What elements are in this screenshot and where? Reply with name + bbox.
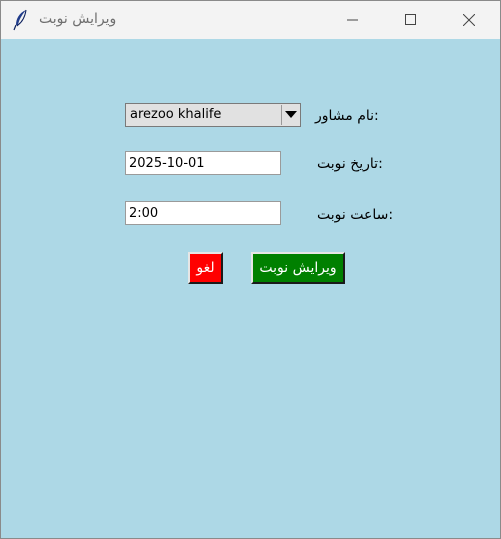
advisor-selected-value: arezoo khalife — [130, 107, 222, 122]
title-bar[interactable]: ویرایش نوبت — [1, 1, 500, 39]
appointment-date-field[interactable] — [125, 151, 281, 175]
advisor-dropdown[interactable]: arezoo khalife — [125, 103, 301, 127]
dropdown-arrow-button[interactable] — [281, 105, 299, 125]
advisor-label: :نام مشاور — [315, 108, 379, 124]
edit-appointment-button[interactable]: ویرایش نوبت — [251, 252, 345, 284]
edit-appointment-window: ویرایش نوبت arezoo khalife :نام مشاور 20… — [0, 0, 501, 539]
maximize-icon — [405, 14, 416, 25]
close-icon — [463, 14, 475, 26]
minimize-icon — [347, 19, 358, 21]
appointment-date-label: :تاریخ نوبت — [317, 156, 383, 172]
feather-icon — [13, 9, 29, 31]
appointment-time-field[interactable] — [125, 201, 281, 225]
triangle-down-icon — [285, 111, 297, 118]
cancel-button[interactable]: لغو — [188, 252, 223, 284]
close-button[interactable] — [447, 1, 491, 39]
minimize-button[interactable] — [331, 1, 375, 39]
window-title: ویرایش نوبت — [39, 11, 117, 27]
appointment-time-label: :ساعت نوبت — [317, 207, 394, 223]
maximize-button[interactable] — [389, 1, 433, 39]
